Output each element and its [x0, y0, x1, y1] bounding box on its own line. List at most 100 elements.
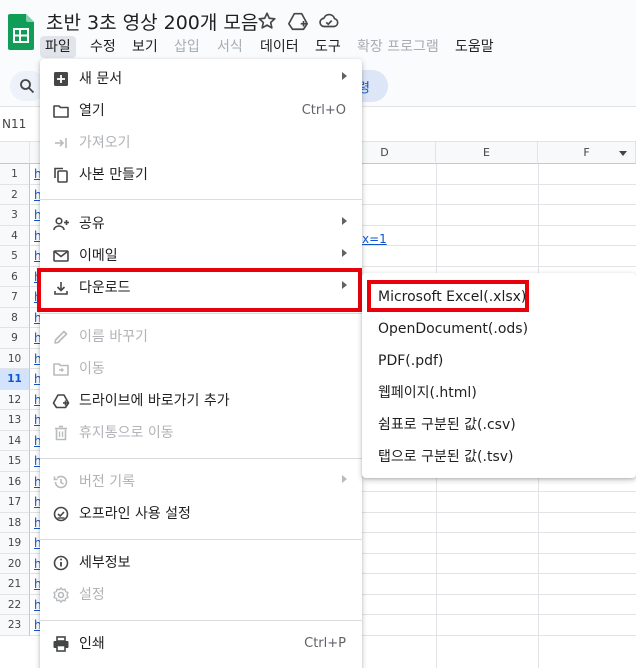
menu-item-settings-label: 설정 [79, 587, 105, 603]
row-header[interactable]: 19 [0, 533, 30, 554]
row-header[interactable]: 2 [0, 184, 30, 205]
row-header[interactable]: 21 [0, 574, 30, 595]
row-header[interactable]: 1 [0, 164, 30, 185]
menu-item-new-label: 새 문서 [79, 71, 123, 87]
row-header[interactable]: 13 [0, 410, 30, 431]
menu-item-settings[interactable]: 설정 [40, 579, 362, 611]
import-icon [55, 138, 67, 148]
menu-item-rename[interactable]: 이름 바꾸기 [40, 321, 362, 353]
folder-icon [53, 105, 69, 118]
download-highlight-box [37, 268, 362, 312]
menu-edit[interactable]: 수정 [85, 36, 121, 58]
submenu-arrow-icon [342, 249, 347, 257]
row-header[interactable]: 17 [0, 492, 30, 513]
menu-item-print-shortcut: Ctrl+P [304, 636, 346, 651]
row-header[interactable]: 10 [0, 348, 30, 369]
menu-item-add-shortcut[interactable]: 드라이브에 바로가기 추가 [40, 385, 362, 417]
menu-item-version-history-label: 버전 기록 [79, 474, 135, 490]
menu-item-import-label: 가져오기 [79, 135, 131, 151]
row-header[interactable]: 23 [0, 615, 30, 636]
menu-view[interactable]: 보기 [127, 36, 163, 58]
menu-item-share-label: 공유 [79, 216, 105, 232]
row-header[interactable]: 3 [0, 205, 30, 226]
name-box[interactable]: N11 [2, 117, 26, 131]
download-option-csv[interactable]: 쉼표로 구분된 값(.csv) [362, 409, 636, 441]
star-icon[interactable] [256, 10, 278, 32]
menu-item-details-label: 세부정보 [79, 555, 131, 571]
menu-item-make-copy[interactable]: 사본 만들기 [40, 159, 362, 191]
row-header[interactable]: 18 [0, 512, 30, 533]
trash-icon [55, 425, 67, 441]
row-header[interactable]: 14 [0, 430, 30, 451]
row-header[interactable]: 16 [0, 471, 30, 492]
download-option-html-label: 웹페이지(.html) [378, 385, 477, 401]
select-all-corner[interactable] [0, 142, 30, 164]
menu-item-offline[interactable]: 오프라인 사용 설정 [40, 498, 362, 530]
menu-format[interactable]: 서식 [212, 36, 248, 58]
submenu-arrow-icon [342, 72, 347, 80]
download-option-pdf[interactable]: PDF(.pdf) [362, 345, 636, 377]
row-header[interactable]: 20 [0, 553, 30, 574]
menu-item-print[interactable]: 인쇄 Ctrl+P [40, 628, 362, 660]
menu-separator [40, 539, 362, 540]
plus-square-icon [54, 72, 68, 86]
row-header[interactable]: 11 [0, 369, 30, 390]
submenu-arrow-icon [342, 475, 347, 483]
column-header-f[interactable]: F [538, 142, 636, 164]
row-header[interactable]: 7 [0, 287, 30, 308]
menu-file[interactable]: 파일 [40, 36, 76, 58]
submenu-arrow-icon [342, 217, 347, 225]
folder-move-icon [53, 363, 69, 376]
menu-item-make-copy-label: 사본 만들기 [79, 167, 148, 183]
menu-item-share[interactable]: 공유 [40, 208, 362, 240]
row-header[interactable]: 8 [0, 307, 30, 328]
download-option-html[interactable]: 웹페이지(.html) [362, 377, 636, 409]
row-header[interactable]: 9 [0, 328, 30, 349]
row-header[interactable]: 4 [0, 225, 30, 246]
row-header[interactable]: 22 [0, 594, 30, 615]
menu-item-trash[interactable]: 휴지통으로 이동 [40, 417, 362, 449]
menu-item-move-label: 이동 [79, 361, 105, 377]
xlsx-highlight-box [367, 280, 529, 312]
menu-item-add-shortcut-label: 드라이브에 바로가기 추가 [79, 393, 230, 409]
menu-tools[interactable]: 도구 [310, 36, 346, 58]
download-option-tsv-label: 탭으로 구분된 값(.tsv) [378, 449, 514, 465]
pencil-icon [54, 330, 68, 344]
menu-extensions[interactable]: 확장 프로그램 [352, 36, 444, 58]
row-header[interactable]: 5 [0, 246, 30, 267]
row-header[interactable]: 6 [0, 266, 30, 287]
menu-item-print-label: 인쇄 [79, 636, 105, 652]
menu-data[interactable]: 데이터 [255, 36, 304, 58]
menu-item-offline-label: 오프라인 사용 설정 [79, 506, 191, 522]
column-header-f-label: F [583, 146, 590, 159]
menu-separator [40, 313, 362, 314]
document-title[interactable]: 초반 3초 영상 200개 모음 [46, 8, 258, 35]
menu-separator [40, 620, 362, 621]
download-option-ods[interactable]: OpenDocument(.ods) [362, 313, 636, 345]
menu-insert[interactable]: 삽입 [169, 36, 205, 58]
menu-item-trash-label: 휴지통으로 이동 [79, 425, 174, 441]
mail-icon [53, 250, 69, 262]
column-header-e[interactable]: E [436, 142, 538, 164]
search-icon [20, 79, 35, 94]
row-header[interactable]: 15 [0, 451, 30, 472]
menu-item-open[interactable]: 열기 Ctrl+O [40, 95, 362, 127]
sheets-logo-icon[interactable] [8, 14, 34, 50]
menu-item-version-history[interactable]: 버전 기록 [40, 466, 362, 498]
cloud-saved-icon[interactable] [318, 10, 340, 32]
menu-item-import[interactable]: 가져오기 [40, 127, 362, 159]
menu-item-new[interactable]: 새 문서 [40, 63, 362, 95]
printer-icon [53, 636, 69, 652]
column-dropdown-icon[interactable] [619, 151, 627, 156]
gear-icon [53, 587, 69, 603]
menu-help[interactable]: 도움말 [450, 36, 499, 58]
download-option-tsv[interactable]: 탭으로 구분된 값(.tsv) [362, 441, 636, 473]
menu-item-move[interactable]: 이동 [40, 353, 362, 385]
cell-link-fragment[interactable]: x=1 [362, 232, 387, 246]
offline-check-icon [53, 506, 69, 522]
row-header[interactable]: 12 [0, 389, 30, 410]
menu-item-details[interactable]: 세부정보 [40, 547, 362, 579]
move-to-drive-icon[interactable] [287, 10, 309, 32]
menu-item-open-shortcut: Ctrl+O [301, 103, 346, 118]
menu-item-open-label: 열기 [79, 103, 105, 119]
